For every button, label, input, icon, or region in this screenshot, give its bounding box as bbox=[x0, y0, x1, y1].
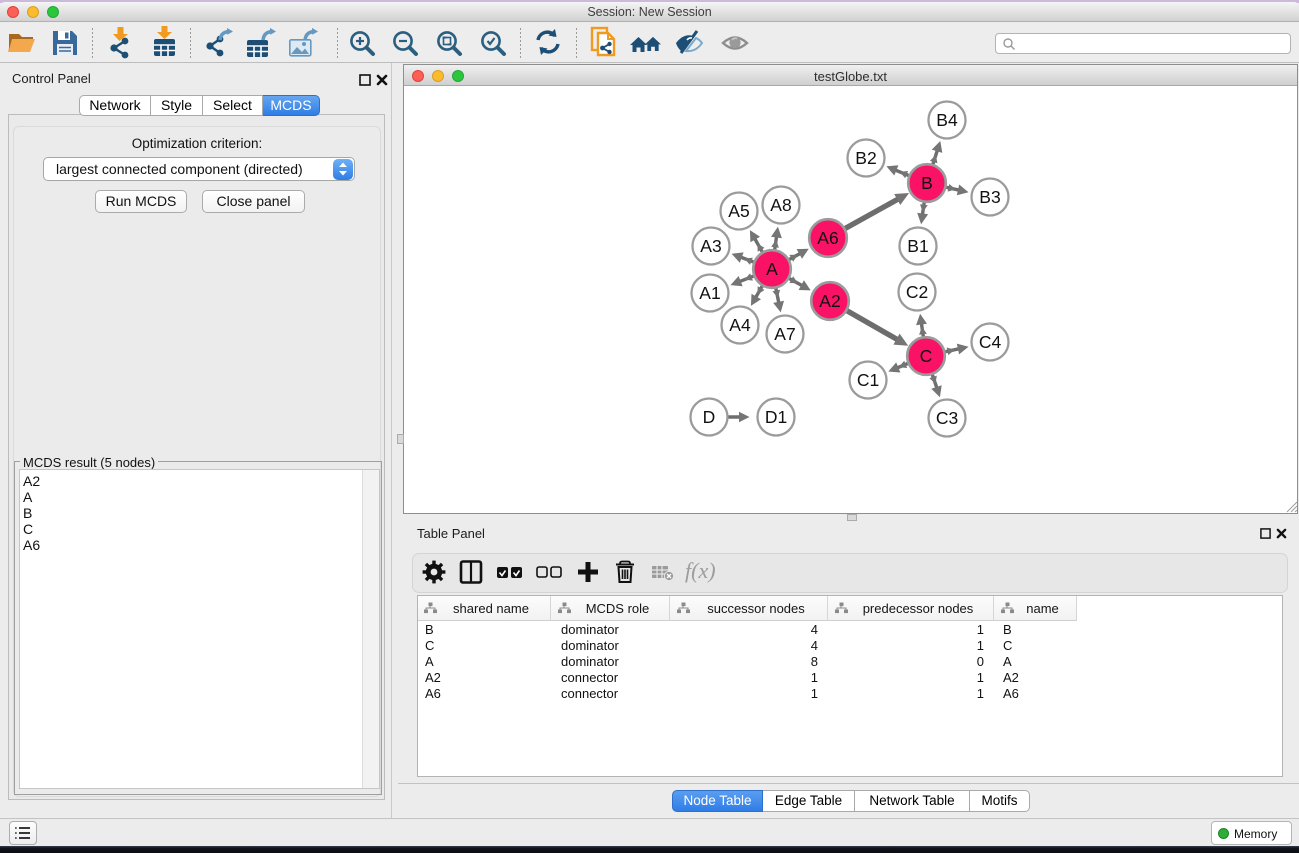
svg-text:A5: A5 bbox=[728, 201, 749, 221]
svg-text:A: A bbox=[766, 259, 778, 279]
svg-text:B4: B4 bbox=[936, 110, 958, 130]
svg-text:C: C bbox=[920, 346, 933, 366]
svg-text:C4: C4 bbox=[979, 332, 1002, 352]
svg-text:A7: A7 bbox=[774, 324, 795, 344]
svg-text:A1: A1 bbox=[699, 283, 720, 303]
svg-text:B1: B1 bbox=[907, 236, 928, 256]
svg-text:A3: A3 bbox=[700, 236, 721, 256]
svg-text:C1: C1 bbox=[857, 370, 879, 390]
svg-text:B3: B3 bbox=[979, 187, 1000, 207]
svg-text:A8: A8 bbox=[770, 195, 791, 215]
svg-text:D: D bbox=[703, 407, 716, 427]
svg-text:A6: A6 bbox=[817, 228, 838, 248]
svg-text:B: B bbox=[921, 173, 933, 193]
svg-text:A4: A4 bbox=[729, 315, 751, 335]
svg-text:A2: A2 bbox=[819, 291, 840, 311]
svg-text:B2: B2 bbox=[855, 148, 876, 168]
svg-text:C3: C3 bbox=[936, 408, 958, 428]
svg-text:D1: D1 bbox=[765, 407, 787, 427]
svg-text:C2: C2 bbox=[906, 282, 928, 302]
